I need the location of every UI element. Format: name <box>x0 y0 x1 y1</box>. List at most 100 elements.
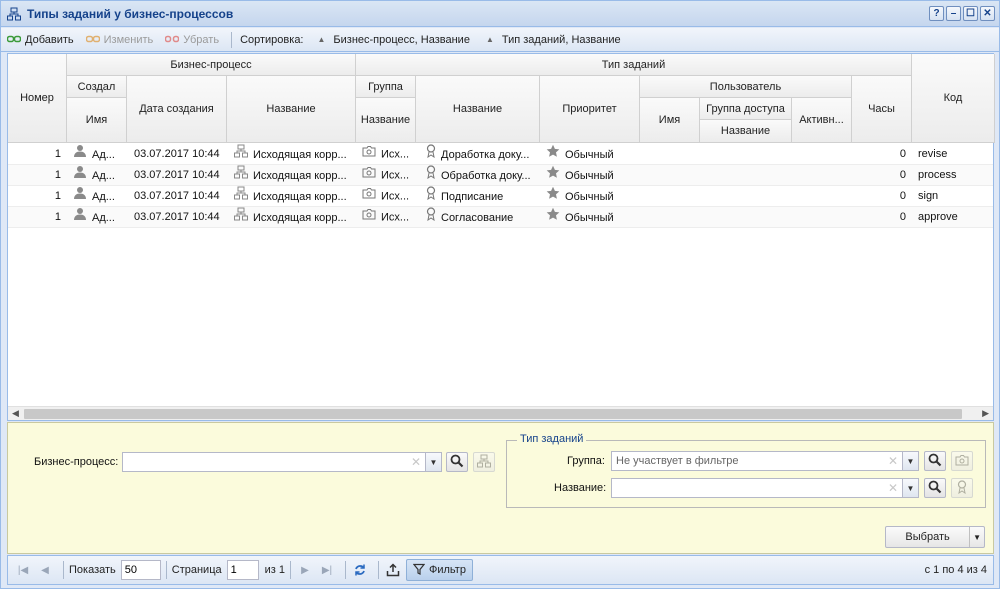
paging-separator <box>345 561 346 579</box>
horizontal-scrollbar[interactable]: ◀ ▶ <box>8 406 993 420</box>
priority-value: Обычный <box>565 148 614 161</box>
col-header-group-name[interactable]: Название <box>356 98 416 143</box>
scrollbar-thumb[interactable] <box>24 409 962 419</box>
col-header-bp-name[interactable]: Название <box>227 76 356 143</box>
sort-item-business-process[interactable]: ▲ Бизнес-процесс, Название <box>318 34 470 46</box>
user-icon <box>73 186 87 207</box>
first-page-icon[interactable]: |◀ <box>14 561 32 579</box>
cell-group: Исх... <box>362 165 414 186</box>
cell-group: Исх... <box>362 186 414 207</box>
cell-creator: Ад... <box>73 144 123 165</box>
user-icon <box>73 165 87 186</box>
clear-icon[interactable]: ✕ <box>411 455 421 469</box>
add-button-label: Добавить <box>25 33 74 46</box>
close-button[interactable]: ✕ <box>980 6 995 21</box>
bp-open-button[interactable] <box>473 452 495 472</box>
scroll-right-icon[interactable]: ▶ <box>982 408 989 419</box>
col-header-priority[interactable]: Приоритет <box>540 76 640 143</box>
task-name: Обработка доку... <box>441 169 531 182</box>
folder-camera-icon <box>955 454 969 469</box>
paging-separator <box>165 561 167 579</box>
refresh-icon[interactable] <box>351 561 369 579</box>
group-search-button[interactable] <box>924 451 946 471</box>
filter-toggle-button[interactable]: Фильтр <box>406 559 473 581</box>
col-group-task-type: Тип заданий <box>356 54 912 76</box>
org-chart-icon <box>7 7 21 21</box>
award-ribbon-icon <box>426 144 436 165</box>
page-size-input[interactable] <box>120 560 161 580</box>
cell-bp-name: Исходящая корр... <box>234 165 354 186</box>
cell-created-date: 03.07.2017 10:44 <box>134 148 220 160</box>
folder-camera-icon <box>362 144 376 165</box>
star-icon <box>546 207 560 228</box>
col-header-created-date[interactable]: Дата создания <box>127 76 227 143</box>
chevron-down-icon[interactable]: ▼ <box>902 479 918 497</box>
bp-filter-combo[interactable]: ✕ ▼ <box>122 452 442 472</box>
table-row[interactable]: 1 Ад... 03.07.2017 10:44 Исходящая корр... И… <box>8 165 993 186</box>
cell-bp-name: Исходящая корр... <box>234 207 354 228</box>
add-button[interactable]: Добавить <box>6 33 74 46</box>
award-ribbon-icon <box>426 207 436 228</box>
edit-button[interactable]: Изменить <box>85 34 153 46</box>
group-open-button[interactable] <box>951 451 973 471</box>
group-name: Исх... <box>381 148 410 161</box>
maximize-button[interactable]: ☐ <box>963 6 978 21</box>
remove-button[interactable]: Убрать <box>165 34 219 46</box>
select-button-label: Выбрать <box>905 531 950 543</box>
group-filter-value: Не участвует в фильтре <box>616 455 739 467</box>
cell-number: 1 <box>54 148 61 160</box>
cell-priority: Обычный <box>546 144 638 165</box>
sort-item-task-type[interactable]: ▲ Тип заданий, Название <box>486 34 621 46</box>
table-row[interactable]: 1 Ад... 03.07.2017 10:44 Исходящая корр... И… <box>8 207 993 228</box>
table-row[interactable]: 1 Ад... 03.07.2017 10:44 Исходящая корр... И… <box>8 144 993 165</box>
title-bar: Типы заданий у бизнес-процессов ? – ☐ ✕ <box>1 1 999 27</box>
select-button[interactable]: Выбрать ▼ <box>885 526 985 548</box>
group-name: Исх... <box>381 169 410 182</box>
cell-created-date: 03.07.2017 10:44 <box>134 211 220 223</box>
org-chart-icon <box>234 207 248 228</box>
col-header-number[interactable]: Номер <box>8 54 67 143</box>
col-header-user-name[interactable]: Имя <box>640 98 700 143</box>
scroll-left-icon[interactable]: ◀ <box>12 408 19 419</box>
help-button[interactable]: ? <box>929 6 944 21</box>
export-icon[interactable] <box>384 561 402 579</box>
page-label: Страница <box>171 564 222 576</box>
minimize-button[interactable]: – <box>946 6 961 21</box>
name-filter-combo[interactable]: ✕ ▼ <box>611 478 919 498</box>
group-filter-combo[interactable]: Не участвует в фильтре ✕ ▼ <box>611 451 919 471</box>
col-header-code[interactable]: Код <box>912 54 995 143</box>
table-row[interactable]: 1 Ад... 03.07.2017 10:44 Исходящая корр... И… <box>8 186 993 207</box>
cell-bp-name: Исходящая корр... <box>234 144 354 165</box>
cell-priority: Обычный <box>546 186 638 207</box>
cell-priority: Обычный <box>546 165 638 186</box>
next-page-icon[interactable]: ▶ <box>296 561 314 579</box>
sort-asc-icon: ▲ <box>317 35 326 44</box>
page-number-input[interactable] <box>226 560 259 580</box>
clear-icon[interactable]: ✕ <box>888 454 898 468</box>
creator-name: Ад... <box>92 211 115 224</box>
cell-code: sign <box>918 190 939 202</box>
cell-creator: Ад... <box>73 207 123 228</box>
priority-value: Обычный <box>565 190 614 203</box>
chevron-down-icon[interactable]: ▼ <box>902 452 918 470</box>
link-edit-icon <box>85 34 100 46</box>
cell-created-date: 03.07.2017 10:44 <box>134 169 220 181</box>
col-header-task-name[interactable]: Название <box>416 76 540 143</box>
col-header-hours[interactable]: Часы <box>852 76 912 143</box>
chevron-down-icon[interactable]: ▼ <box>969 527 984 547</box>
col-header-creator-name[interactable]: Имя <box>67 98 127 143</box>
chevron-down-icon[interactable]: ▼ <box>425 453 441 471</box>
col-header-active[interactable]: Активн... <box>792 98 852 143</box>
bp-search-button[interactable] <box>446 452 468 472</box>
col-header-access-group-name[interactable]: Название <box>700 120 792 143</box>
star-icon <box>546 186 560 207</box>
col-group-access-group: Группа доступа <box>700 98 792 120</box>
toolbar: Добавить Изменить Убрать Сортировка: ▲ Б… <box>1 28 999 52</box>
cell-hours: 0 <box>899 148 906 160</box>
prev-page-icon[interactable]: ◀ <box>36 561 54 579</box>
name-search-button[interactable] <box>924 478 946 498</box>
name-open-button[interactable] <box>951 478 973 498</box>
last-page-icon[interactable]: ▶| <box>318 561 336 579</box>
link-remove-icon <box>165 34 180 46</box>
clear-icon[interactable]: ✕ <box>888 481 898 495</box>
